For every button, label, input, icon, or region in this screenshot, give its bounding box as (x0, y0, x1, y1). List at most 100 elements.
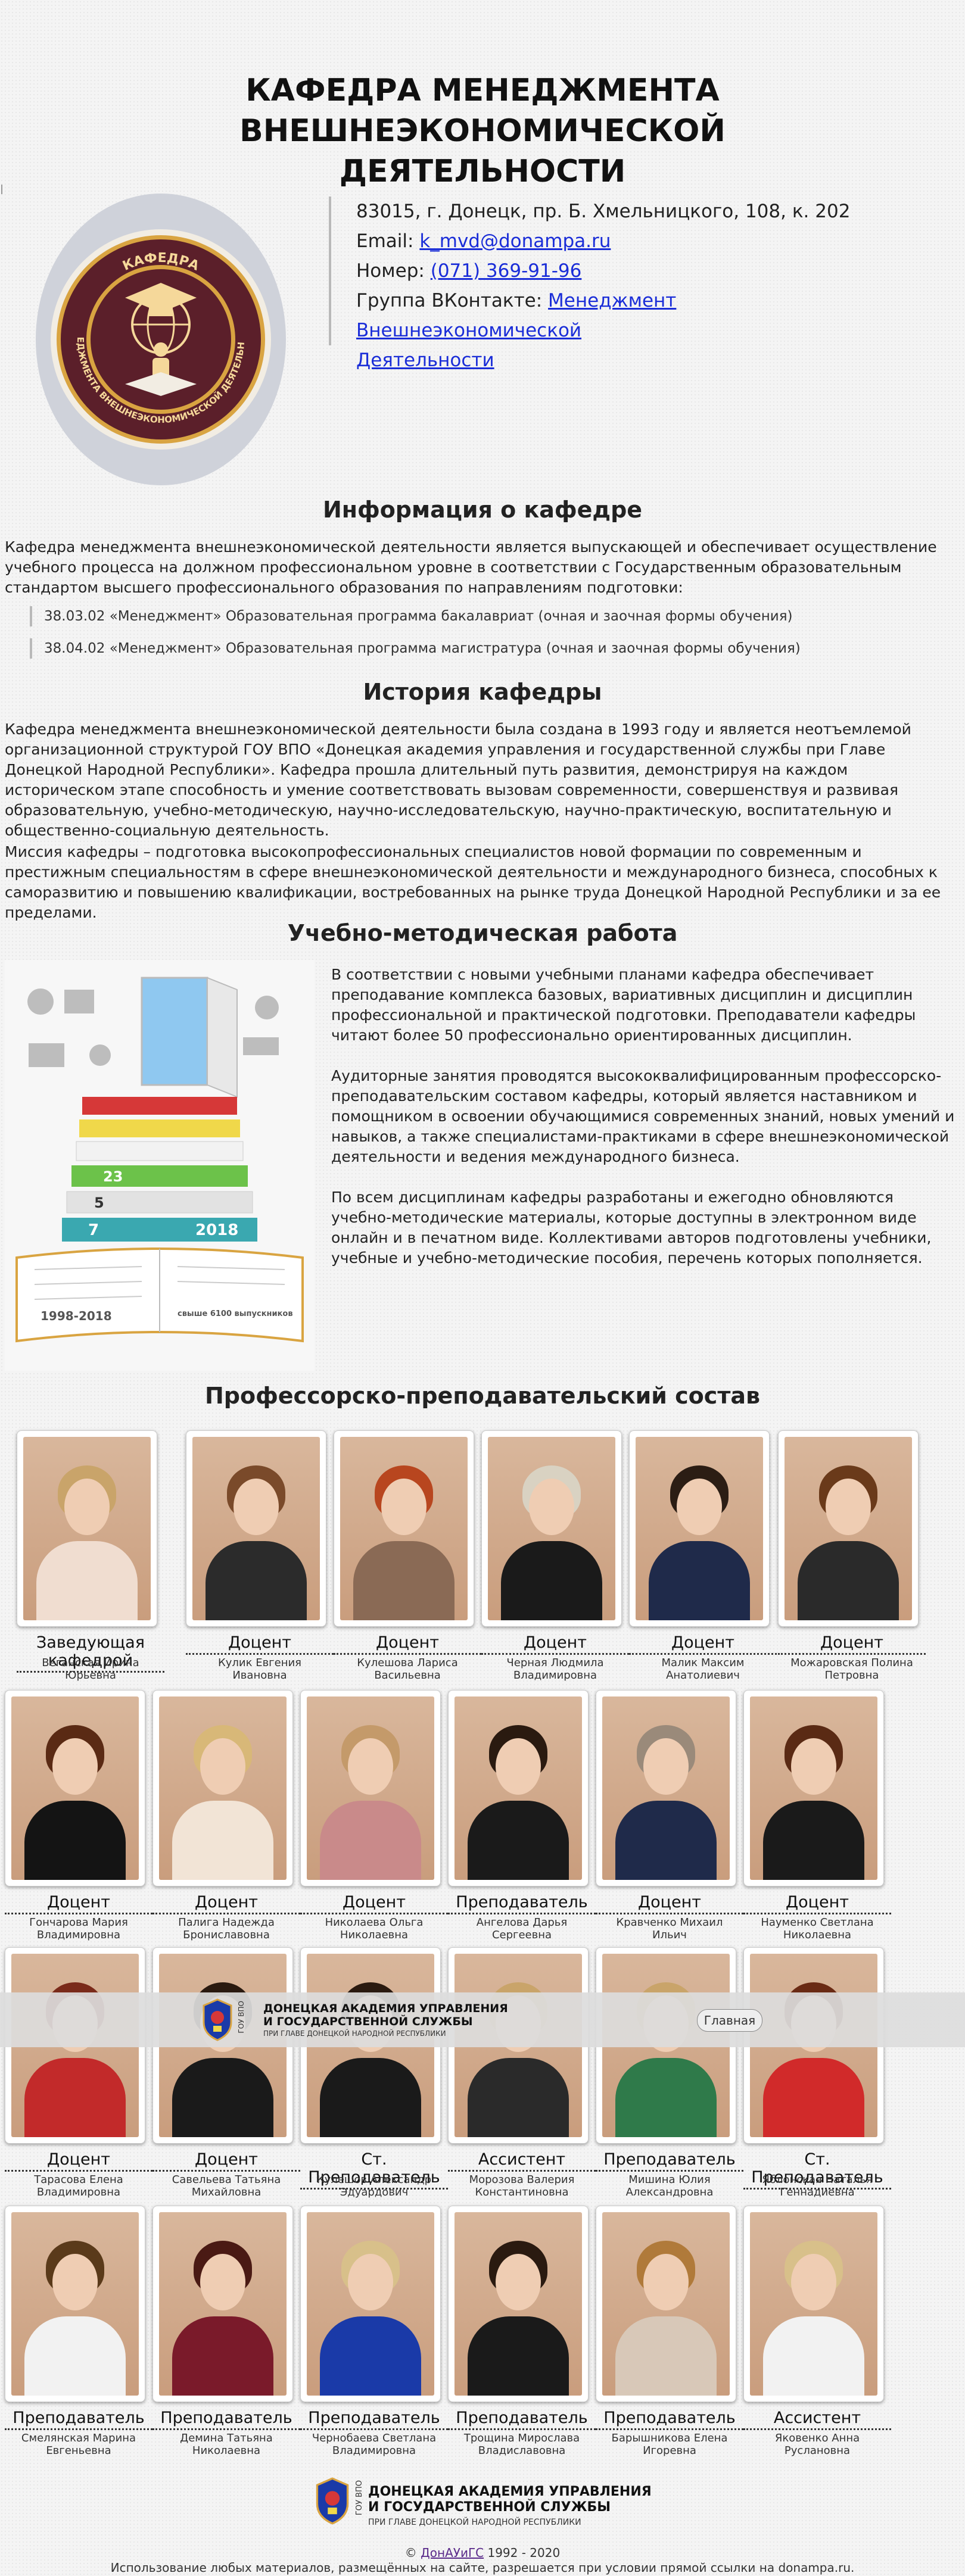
img-number-5: 5 (94, 1195, 104, 1211)
staff-role: Доцент (481, 1634, 629, 1655)
staff-card[interactable]: Доцент Палига Надежда Брониславовна (152, 1690, 300, 1941)
phone-row: Номер: (071) 369-91-96 (356, 256, 865, 286)
staff-card[interactable]: Доцент Кравченко Михаил Ильич (596, 1690, 743, 1941)
staff-card[interactable]: Преподаватель Смелянская Марина Евгеньевна (5, 2206, 152, 2457)
staff-card[interactable]: Преподаватель Барышникова Елена Игоревна (596, 2206, 743, 2457)
footer-line2: И ГОСУДАРСТВЕННОЙ СЛУЖБЫ (368, 2500, 611, 2515)
staff-photo (307, 2212, 434, 2396)
phone-link[interactable]: (071) 369-91-96 (431, 260, 582, 282)
staff-card[interactable]: Доцент Кулик Евгения Ивановна (186, 1430, 334, 1682)
staff-card[interactable]: Ст. Преподаватель Яблонская Наталья Геннад… (743, 1947, 891, 2198)
address-text: 83015, г. Донецк, пр. Б. Хмельницкого, 1… (356, 201, 851, 222)
staff-photo (159, 2212, 287, 2396)
staff-card[interactable]: Доцент Тарасова Елена Владимировна (5, 1947, 152, 2198)
staff-name-line2: Эдуардович (340, 2186, 409, 2198)
staff-role: Ассистент (448, 2151, 596, 2172)
metodic-title: Учебно-методическая работа (287, 920, 678, 946)
staff-photo-frame (152, 2206, 293, 2402)
staff-role: Ассистент (743, 2409, 891, 2430)
banner-line3: ПРИ ГЛАВЕ ДОНЕЦКОЙ НАРОДНОЙ РЕСПУБЛИКИ (263, 2029, 446, 2038)
staff-title: Профессорско-преподавательский состав (204, 1383, 761, 1409)
staff-card[interactable]: Преподаватель Чернобаева Светлана Владимир… (300, 2206, 448, 2457)
staff-name-line2: Константиновна (475, 2186, 569, 2198)
metodic-paragraph-3: По всем дисциплинам кафедры разработаны … (331, 1189, 932, 1267)
staff-card[interactable]: Ст. Преподаватель Кулешов Александр Эдуард… (300, 1947, 448, 2198)
staff-card[interactable]: Преподаватель Ангелова Дарья Сергеевна (448, 1690, 596, 1941)
page-title: КАФЕДРА МЕНЕДЖМЕНТА ВНЕШНЕЭКОНОМИЧЕСКОЙ … (0, 70, 965, 192)
staff-card[interactable]: Доцент Можаровская Полина Петровна (778, 1430, 926, 1682)
staff-photo (602, 2212, 730, 2396)
banner-line1: ДОНЕЦКАЯ АКАДЕМИЯ УПРАВЛЕНИЯ (263, 2002, 508, 2015)
staff-photo-frame (743, 2206, 884, 2402)
staff-card[interactable]: Преподаватель Демина Татьяна Николаевна (152, 2206, 300, 2457)
staff-name: Палига Надежда Брониславовна (152, 1916, 300, 1941)
staff-name-line1: Кравченко Михаил (616, 1916, 723, 1929)
staff-card[interactable]: Преподаватель Трощина Мирослава Владиславо… (448, 2206, 596, 2457)
staff-card[interactable]: Доцент Черная Людмила Владимировна (481, 1430, 629, 1682)
staff-name-line1: Чернобаева Светлана (312, 2432, 437, 2444)
staff-name-line2: Геннадиевна (780, 2186, 855, 2198)
staff-name: Малик Максим Анатолиевич (629, 1657, 777, 1682)
metodic-paragraph-1: В соответствии с новыми учебными планами… (331, 966, 916, 1044)
staff-role: Доцент (596, 1894, 743, 1914)
staff-card[interactable]: Ассистент Морозова Валерия Константиновна (448, 1947, 596, 2198)
staff-name-line1: Науменко Светлана (761, 1916, 874, 1929)
staff-name: Морозова Валерия Константиновна (448, 2173, 596, 2198)
staff-card[interactable]: Доцент Гончарова Мария Владимировна (5, 1690, 152, 1941)
staff-name-line1: Черная Людмила (506, 1657, 604, 1669)
staff-photo-frame (5, 1690, 145, 1886)
staff-photo (602, 1696, 730, 1880)
staff-role: Преподаватель (596, 2151, 743, 2172)
footer-note: Использование любых материалов, размещён… (110, 2561, 855, 2575)
staff-name-line1: Кулешова Лариса (357, 1657, 458, 1669)
history-title: История кафедры (363, 679, 602, 705)
staff-card[interactable]: Доцент Савельева Татьяна Михайловна (152, 1947, 300, 2198)
staff-name-line1: Гончарова Мария (29, 1916, 128, 1929)
staff-photo-frame (481, 1430, 622, 1627)
staff-photo (340, 1437, 468, 1620)
copy-prefix: © (404, 2546, 421, 2560)
banner-academy-name: ДОНЕЦКАЯ АКАДЕМИЯ УПРАВЛЕНИЯ И ГОСУДАРСТ… (263, 2002, 508, 2028)
staff-card[interactable]: Доцент Кулешова Лариса Васильевна (334, 1430, 481, 1682)
img-year-2018: 2018 (195, 1221, 238, 1239)
staff-photo-frame (629, 1430, 770, 1627)
staff-photo-frame (448, 2206, 589, 2402)
email-link[interactable]: k_mvd@donampa.ru (419, 230, 611, 252)
staff-role: Преподаватель (152, 2409, 300, 2430)
staff-role: Преподаватель (300, 2409, 448, 2430)
staff-name-line1: Ангелова Дарья (476, 1916, 568, 1929)
home-button[interactable]: Главная (697, 2009, 762, 2032)
staff-card[interactable]: Ассистент Яковенко Анна Руслановна (743, 2206, 891, 2457)
staff-name-line1: Барышникова Елена (611, 2432, 728, 2444)
staff-card[interactable]: Доцент Науменко Светлана Николаевна (743, 1690, 891, 1941)
footer-academy-name: ДОНЕЦКАЯ АКАДЕМИЯ УПРАВЛЕНИЯ И ГОСУДАРСТ… (368, 2484, 652, 2515)
staff-name-line2: Ивановна (232, 1669, 287, 1682)
staff-name: Кулешов Александр Эдуардович (300, 2173, 448, 2198)
staff-card[interactable]: Доцент Малик Максим Анатолиевич (629, 1430, 777, 1682)
footer-copyright: © ДонАУиГС 1992 - 2020 (0, 2546, 965, 2560)
staff-photo (455, 1696, 582, 1880)
footer-emblem-icon (316, 2477, 349, 2525)
staff-name-line1: Кулик Евгения (217, 1657, 302, 1669)
staff-role: Доцент (152, 1894, 300, 1914)
sticky-header-banner: ГОУ ВПО ДОНЕЦКАЯ АКАДЕМИЯ УПРАВЛЕНИЯ И Г… (0, 1992, 965, 2047)
staff-role: Доцент (5, 1894, 152, 1914)
metodic-paragraph-2: Аудиторные занятия проводятся высококвал… (331, 1067, 955, 1165)
img-graduates: свыше 6100 выпускников (178, 1309, 293, 1318)
staff-name-line1: Палига Надежда (178, 1916, 275, 1929)
staff-name: Мишина Юлия Александровна (596, 2173, 743, 2198)
vk-link-line2: Деятельности (356, 350, 494, 371)
staff-name-line2: Васильевна (374, 1669, 441, 1682)
staff-photo-frame (778, 1430, 919, 1627)
staff-name: Черная Людмила Владимировна (481, 1657, 629, 1682)
staff-card[interactable]: Заведующая кафедрой Веганская Ирина Юрьевн… (17, 1430, 164, 1682)
staff-card[interactable]: Преподаватель Мишина Юлия Александровна (596, 1947, 743, 2198)
copy-link[interactable]: ДонАУиГС (421, 2546, 484, 2560)
staff-name-line1: Мишина Юлия (628, 2173, 711, 2186)
vk-row: Группа ВКонтакте: Менеджмент Внешнеэконо… (356, 286, 865, 375)
staff-card[interactable]: Доцент Николаева Ольга Николаевна (300, 1690, 448, 1941)
email-label: Email: (356, 230, 420, 252)
staff-photo-frame (300, 2206, 441, 2402)
staff-photo-frame (5, 2206, 145, 2402)
staff-name-line2: Владимировна (332, 2444, 416, 2457)
